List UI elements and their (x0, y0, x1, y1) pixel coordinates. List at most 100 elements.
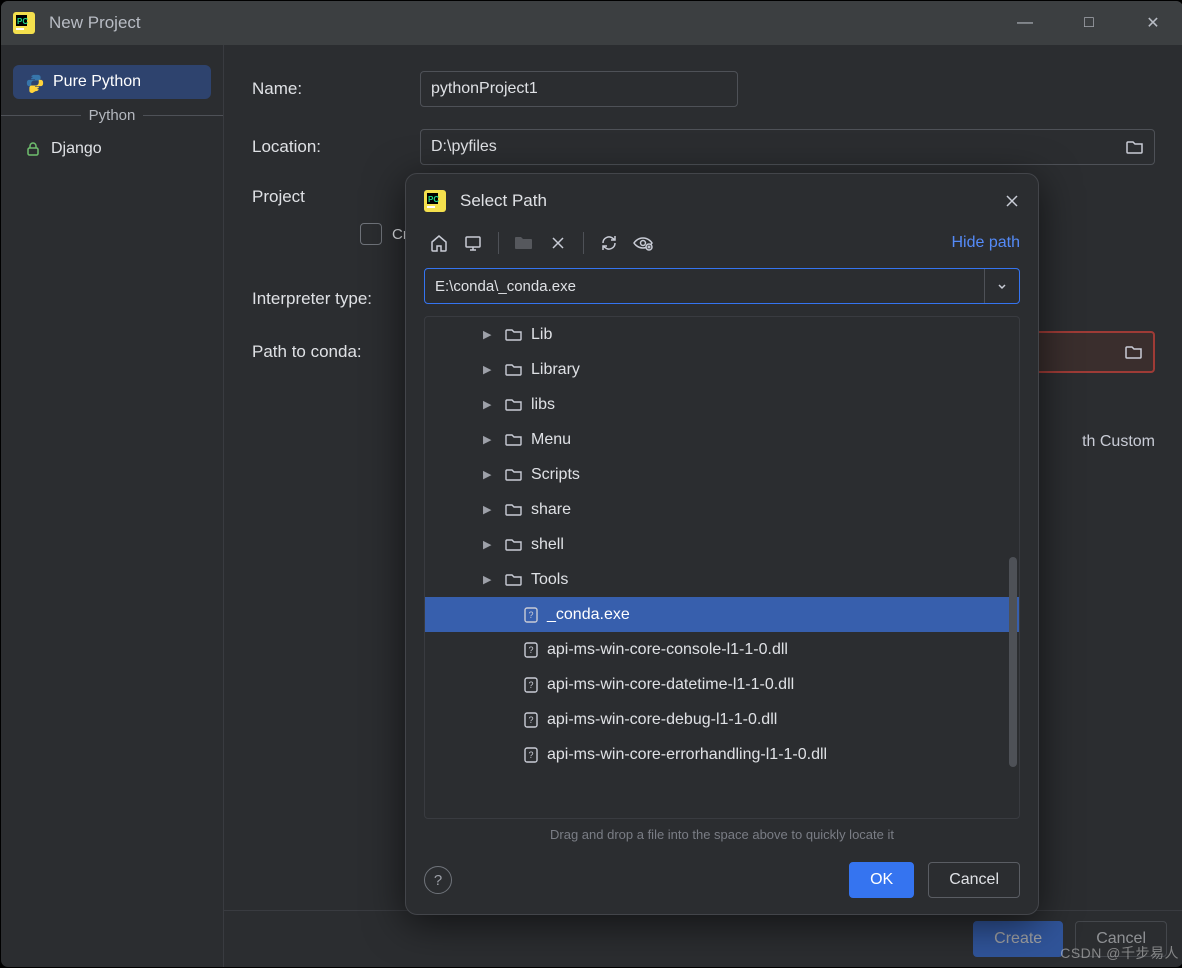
name-input[interactable]: pythonProject1 (420, 71, 738, 107)
dialog-toolbar: Hide path (406, 222, 1038, 268)
tree-folder[interactable]: ▶ share (425, 492, 1019, 527)
expand-arrow-icon[interactable]: ▶ (483, 328, 497, 341)
location-label: Location: (252, 137, 402, 157)
lock-icon (25, 141, 41, 157)
new-project-window: PC New Project — □ ✕ Pure Python Python … (0, 0, 1182, 968)
svg-text:PC: PC (17, 17, 28, 26)
desktop-icon[interactable] (458, 228, 488, 258)
sidebar-item-pure-python[interactable]: Pure Python (13, 65, 211, 99)
scrollbar[interactable] (1007, 317, 1017, 818)
tree-node-label: _conda.exe (547, 606, 630, 624)
folder-icon (505, 467, 523, 483)
expand-arrow-icon[interactable]: ▶ (483, 398, 497, 411)
tree-node-label: api-ms-win-core-debug-l1-1-0.dll (547, 711, 777, 729)
file-icon: ? (523, 746, 539, 764)
tree-folder[interactable]: ▶ libs (425, 387, 1019, 422)
svg-text:?: ? (528, 715, 533, 725)
tree-file[interactable]: ? api-ms-win-core-errorhandling-l1-1-0.dl… (425, 737, 1019, 772)
pycharm-logo-icon: PC (424, 190, 446, 212)
expand-arrow-icon[interactable]: ▶ (483, 363, 497, 376)
close-window-button[interactable]: ✕ (1135, 8, 1171, 38)
file-icon: ? (523, 606, 539, 624)
dialog-cancel-button[interactable]: Cancel (928, 862, 1020, 898)
close-dialog-button[interactable] (1004, 193, 1020, 209)
home-icon[interactable] (424, 228, 454, 258)
file-icon: ? (523, 641, 539, 659)
dialog-title: Select Path (460, 191, 547, 211)
tree-node-label: Tools (531, 571, 568, 589)
create-checkbox[interactable] (360, 223, 382, 245)
tree-folder[interactable]: ▶Library (425, 352, 1019, 387)
path-to-conda-label: Path to conda: (252, 342, 412, 362)
refresh-icon[interactable] (594, 228, 624, 258)
file-tree[interactable]: ▶Lib▶Library▶libs▶Menu▶Scripts▶share▶she… (424, 316, 1020, 819)
browse-folder-icon[interactable] (1125, 344, 1143, 360)
tree-node-label: Scripts (531, 466, 580, 484)
folder-icon (505, 327, 523, 343)
folder-icon (505, 432, 523, 448)
tree-file[interactable]: ? _conda.exe (425, 597, 1019, 632)
folder-icon (505, 572, 523, 588)
file-icon: ? (523, 711, 539, 729)
show-hidden-icon[interactable] (628, 228, 658, 258)
custom-label-partial: th Custom (1082, 433, 1155, 451)
browse-folder-icon[interactable] (1126, 139, 1144, 155)
python-icon (25, 73, 43, 91)
expand-arrow-icon[interactable]: ▶ (483, 468, 497, 481)
window-title: New Project (49, 13, 141, 33)
tree-node-label: Menu (531, 431, 571, 449)
titlebar[interactable]: PC New Project — □ ✕ (1, 1, 1182, 45)
sidebar-item-label: Pure Python (53, 73, 141, 91)
folder-icon (505, 397, 523, 413)
delete-icon[interactable] (543, 228, 573, 258)
tree-file[interactable]: ? api-ms-win-core-debug-l1-1-0.dll (425, 702, 1019, 737)
tree-node-label: shell (531, 536, 564, 554)
maximize-button[interactable]: □ (1071, 8, 1107, 38)
tree-node-label: libs (531, 396, 555, 414)
tree-folder[interactable]: ▶ Tools (425, 562, 1019, 597)
svg-text:?: ? (528, 750, 533, 760)
create-button[interactable]: Create (973, 921, 1063, 957)
location-input[interactable]: D:\pyfiles (420, 129, 1155, 165)
tree-folder[interactable]: ▶ shell (425, 527, 1019, 562)
path-history-dropdown[interactable] (984, 269, 1019, 303)
project-label-partial: Project (252, 187, 402, 207)
sidebar-group-python: Python (1, 103, 223, 128)
tree-file[interactable]: ? api-ms-win-core-datetime-l1-1-0.dll (425, 667, 1019, 702)
svg-text:?: ? (528, 610, 533, 620)
hide-path-link[interactable]: Hide path (952, 234, 1021, 252)
interpreter-type-label: Interpreter type: (252, 289, 412, 309)
file-icon: ? (523, 676, 539, 694)
folder-icon (505, 362, 523, 378)
folder-icon (505, 537, 523, 553)
tree-folder[interactable]: ▶ Lib (425, 317, 1019, 352)
watermark: CSDN @千步易人 (1060, 943, 1179, 963)
tree-folder[interactable]: ▶ Scripts (425, 457, 1019, 492)
drag-hint: Drag and drop a file into the space abov… (406, 823, 1038, 852)
expand-arrow-icon[interactable]: ▶ (483, 573, 497, 586)
expand-arrow-icon[interactable]: ▶ (483, 538, 497, 551)
ok-button[interactable]: OK (849, 862, 914, 898)
expand-arrow-icon[interactable]: ▶ (483, 433, 497, 446)
sidebar-item-label: Django (51, 140, 102, 158)
name-label: Name: (252, 79, 402, 99)
path-input[interactable]: E:\conda\_conda.exe (424, 268, 1020, 304)
window-footer: Create Cancel (224, 910, 1182, 967)
tree-node-label: share (531, 501, 571, 519)
tree-node-label: api-ms-win-core-datetime-l1-1-0.dll (547, 676, 794, 694)
tree-folder[interactable]: ▶ Menu (425, 422, 1019, 457)
tree-file[interactable]: ? api-ms-win-core-console-l1-1-0.dll (425, 632, 1019, 667)
help-button[interactable]: ? (424, 866, 452, 894)
sidebar-item-django[interactable]: Django (13, 132, 211, 166)
project-type-sidebar: Pure Python Python Django (1, 45, 224, 967)
minimize-button[interactable]: — (1007, 8, 1043, 38)
svg-text:PC: PC (428, 195, 439, 204)
new-folder-icon[interactable] (509, 228, 539, 258)
expand-arrow-icon[interactable]: ▶ (483, 503, 497, 516)
tree-node-label: api-ms-win-core-console-l1-1-0.dll (547, 641, 788, 659)
svg-text:?: ? (528, 645, 533, 655)
tree-node-label: Lib (531, 326, 552, 344)
tree-node-label: api-ms-win-core-errorhandling-l1-1-0.dll (547, 746, 827, 764)
folder-icon (505, 502, 523, 518)
svg-text:?: ? (528, 680, 533, 690)
